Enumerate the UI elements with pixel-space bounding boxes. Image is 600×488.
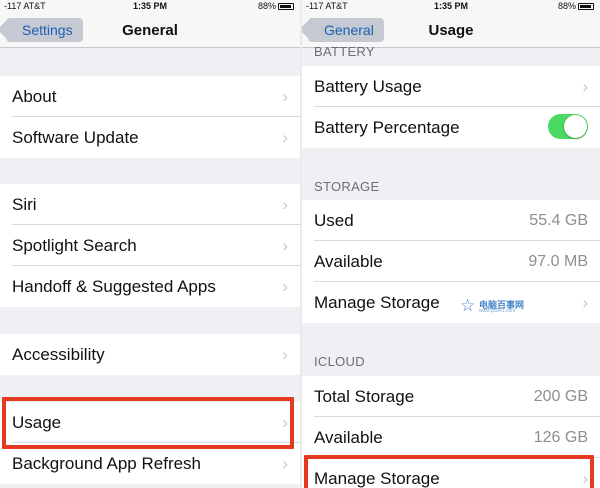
section-header-storage: STORAGE bbox=[314, 179, 380, 194]
row-label: Manage Storage bbox=[314, 469, 440, 488]
row-label: About bbox=[12, 87, 57, 106]
status-right: 88% bbox=[558, 1, 594, 11]
watermark-logo: ☆ 电脑百事网 www.pc841.com bbox=[460, 296, 540, 318]
battery-icon bbox=[278, 3, 294, 10]
section-header-icloud: ICLOUD bbox=[314, 354, 365, 369]
row-value: 55.4 GB bbox=[529, 212, 588, 229]
chevron-right-icon: › bbox=[282, 87, 288, 106]
section-header-battery: BATTERY bbox=[314, 44, 375, 59]
status-time: 1:35 PM bbox=[132, 1, 167, 11]
nav-bar: General Usage bbox=[302, 12, 600, 48]
row-battery-percentage: Battery Percentage bbox=[302, 107, 600, 148]
nav-bar: Settings General bbox=[0, 12, 300, 48]
row-manage-storage[interactable]: Manage Storage › bbox=[302, 282, 600, 323]
row-icloud-available: Available 126 GB bbox=[302, 417, 600, 458]
row-usage[interactable]: Usage › bbox=[0, 402, 300, 443]
row-label: Available bbox=[314, 428, 383, 447]
row-label: Spotlight Search bbox=[12, 236, 137, 255]
row-battery-usage[interactable]: Battery Usage › bbox=[302, 66, 600, 107]
general-screen: -117 AT&T 1:35 PM 88% Settings General A… bbox=[0, 0, 300, 488]
page-title: General bbox=[122, 22, 178, 39]
row-total-storage: Total Storage 200 GB bbox=[302, 376, 600, 417]
row-about[interactable]: About › bbox=[0, 76, 300, 117]
page-title: Usage bbox=[428, 22, 474, 39]
status-time: 1:35 PM bbox=[433, 1, 468, 11]
row-label: Handoff & Suggested Apps bbox=[12, 277, 216, 296]
status-bar: -117 AT&T 1:35 PM 88% bbox=[0, 0, 300, 12]
battery-icon bbox=[578, 3, 594, 10]
row-handoff[interactable]: Handoff & Suggested Apps › bbox=[0, 266, 300, 307]
chevron-right-icon: › bbox=[282, 345, 288, 364]
row-label: Usage bbox=[12, 413, 62, 432]
row-label: Total Storage bbox=[314, 387, 415, 406]
chevron-right-icon: › bbox=[582, 293, 588, 312]
row-label: Used bbox=[314, 211, 354, 230]
status-bar: -117 AT&T 1:35 PM 88% bbox=[302, 0, 600, 12]
battery-percentage-text: 88% bbox=[557, 1, 576, 11]
row-icloud-manage-storage[interactable]: Manage Storage › bbox=[302, 458, 600, 488]
chevron-right-icon: › bbox=[282, 236, 288, 255]
chevron-right-icon: › bbox=[282, 413, 288, 432]
row-background-app-refresh[interactable]: Background App Refresh › bbox=[0, 443, 300, 484]
usage-screen: -117 AT&T 1:35 PM 88% General Usage BATT… bbox=[302, 0, 600, 488]
row-label: Manage Storage bbox=[314, 293, 440, 312]
chevron-right-icon: › bbox=[282, 128, 288, 147]
chevron-right-icon: › bbox=[582, 469, 588, 488]
row-label: Background App Refresh bbox=[12, 454, 202, 473]
battery-percentage-toggle[interactable] bbox=[548, 114, 588, 139]
row-accessibility[interactable]: Accessibility › bbox=[0, 334, 300, 375]
chevron-right-icon: › bbox=[282, 277, 288, 296]
row-value: 126 GB bbox=[533, 429, 588, 446]
row-label: Siri bbox=[12, 195, 37, 214]
row-label: Accessibility bbox=[12, 345, 105, 364]
row-label: Available bbox=[314, 252, 383, 271]
watermark-url: www.pc841.com bbox=[479, 308, 516, 314]
battery-percentage-text: 88% bbox=[257, 1, 276, 11]
row-used: Used 55.4 GB bbox=[302, 200, 600, 241]
row-siri[interactable]: Siri › bbox=[0, 184, 300, 225]
row-label: Battery Percentage bbox=[314, 118, 460, 137]
toggle-knob bbox=[564, 115, 587, 138]
row-label: Battery Usage bbox=[314, 77, 422, 96]
row-spotlight-search[interactable]: Spotlight Search › bbox=[0, 225, 300, 266]
star-icon: ☆ bbox=[460, 296, 476, 315]
chevron-right-icon: › bbox=[282, 195, 288, 214]
row-software-update[interactable]: Software Update › bbox=[0, 117, 300, 158]
status-right: 88% bbox=[258, 1, 294, 11]
row-available: Available 97.0 MB bbox=[302, 241, 600, 282]
chevron-right-icon: › bbox=[582, 77, 588, 96]
chevron-right-icon: › bbox=[282, 454, 288, 473]
row-value: 200 GB bbox=[533, 388, 588, 405]
row-value: 97.0 MB bbox=[528, 253, 588, 270]
row-label: Software Update bbox=[12, 128, 139, 147]
